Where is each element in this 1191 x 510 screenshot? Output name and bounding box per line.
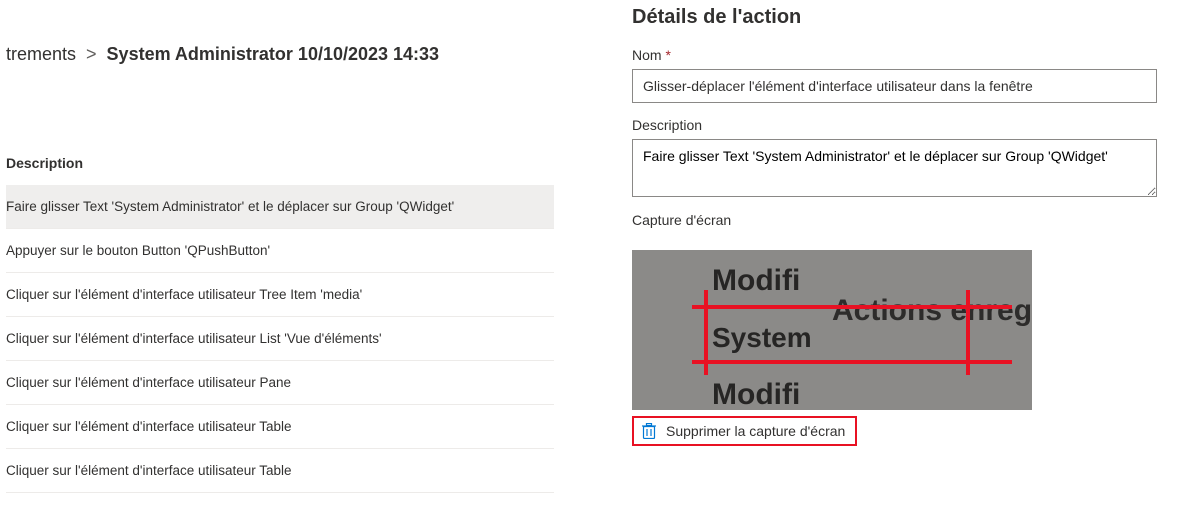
panel-title: Détails de l'action [632,0,1171,47]
thumb-text: Modifi [712,264,800,298]
action-row[interactable]: Cliquer sur l'élément d'interface utilis… [6,449,554,493]
thumb-text: Modifi [712,378,800,410]
trash-icon [642,423,656,439]
breadcrumb-current: System Administrator 10/10/2023 14:33 [107,44,440,65]
action-row[interactable]: Cliquer sur l'élément d'interface utilis… [6,317,554,361]
screenshot-label: Capture d'écran [632,212,1171,228]
delete-screenshot-label: Supprimer la capture d'écran [666,423,845,439]
thumb-text: System [712,322,812,354]
breadcrumb: trements > System Administrator 10/10/20… [6,0,554,75]
name-field[interactable] [632,69,1157,103]
annotation-line [692,360,1012,364]
annotation-line [966,290,970,375]
column-header-description[interactable]: Description [6,75,554,185]
required-mark: * [665,47,670,63]
name-label: Nom * [632,47,1171,63]
screenshot-thumbnail[interactable]: Modifi Actions enregi System Modifi [632,250,1032,410]
annotation-line [692,305,1012,309]
action-row[interactable]: Cliquer sur l'élément d'interface utilis… [6,361,554,405]
description-field[interactable] [632,139,1157,197]
action-row[interactable]: Faire glisser Text 'System Administrator… [6,185,554,229]
action-row[interactable]: Cliquer sur l'élément d'interface utilis… [6,405,554,449]
action-row[interactable]: Appuyer sur le bouton Button 'QPushButto… [6,229,554,273]
description-label: Description [632,117,1171,133]
action-row[interactable]: Cliquer sur l'élément d'interface utilis… [6,273,554,317]
chevron-right-icon: > [86,44,97,65]
annotation-line [704,290,708,375]
breadcrumb-prev[interactable]: trements [6,44,76,65]
delete-screenshot-button[interactable]: Supprimer la capture d'écran [632,416,857,446]
thumb-text: Actions enregi [832,294,1032,328]
